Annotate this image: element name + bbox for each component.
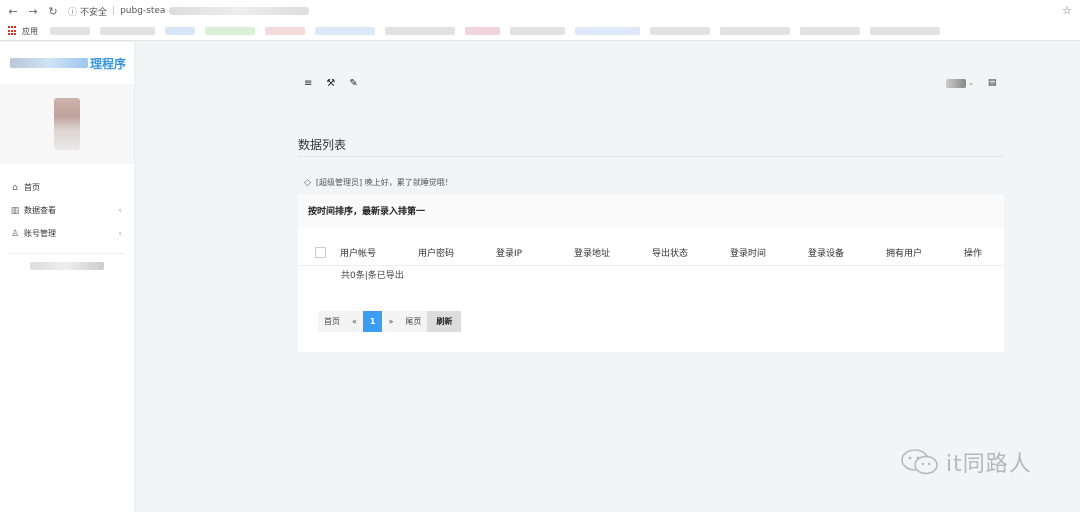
address-separator: | [112, 6, 116, 16]
bookmark-item[interactable] [385, 27, 455, 35]
sidebar-item-label: 账号管理 [24, 229, 56, 238]
column-header[interactable]: 登录时间 [730, 246, 808, 259]
wechat-icon [901, 449, 938, 475]
column-header: 操作 [964, 249, 983, 259]
greeting-text: [超级管理员] 晚上好，累了就睡觉哦！ [315, 178, 453, 187]
column-header[interactable]: 拥有用户 [886, 246, 964, 259]
page-title: 数据列表 [298, 138, 347, 152]
column-header[interactable]: 登录地址 [574, 246, 652, 259]
data-panel: 按时间排序，最新录入排第一 用户帐号 用户密码 登录IP 登录地址 导出状态 登… [298, 194, 1004, 352]
brand-blur [10, 58, 88, 68]
bookmark-item[interactable] [205, 27, 255, 35]
chevron-left-icon: ‹ [118, 228, 122, 239]
avatar[interactable] [54, 98, 80, 150]
sidebar-item-data-view[interactable]: ▥ 数据查看 ‹ [0, 199, 134, 222]
apps-grid-icon[interactable] [8, 26, 18, 36]
url-text: pubg-stea [120, 6, 166, 16]
bookmark-item[interactable] [510, 27, 565, 35]
brush-icon[interactable]: ✎ [349, 78, 357, 89]
greeting: ◇ [超级管理员] 晚上好，累了就睡觉哦！ [304, 177, 453, 188]
security-label: 不安全 [80, 7, 108, 18]
bookmark-item[interactable] [800, 27, 860, 35]
sidebar: 理程序 ⌂ 首页 ▥ 数据查看 ‹ ♙ 账号管理 ‹ [0, 42, 135, 512]
brand-text: 理程序 [90, 56, 127, 71]
watermark: it同路人 [900, 446, 1032, 478]
list-icon[interactable]: ▤ [988, 78, 997, 88]
panel-title: 按时间排序，最新录入排第一 [298, 194, 1004, 228]
bookmark-item[interactable] [165, 27, 195, 35]
bar-chart-icon: ▥ [10, 205, 20, 216]
sidebar-item-label: 数据查看 [24, 206, 56, 215]
tag-icon: ◇ [304, 177, 311, 188]
bookmarks-bar: 应用 [0, 22, 1080, 41]
wrench-icon[interactable]: ⚒ [326, 78, 335, 89]
select-all-checkbox[interactable] [315, 247, 326, 258]
bookmark-item[interactable] [100, 27, 155, 35]
user-toolbar: ⌄ ▤ [946, 78, 996, 88]
sidebar-footer-blur [30, 262, 104, 270]
back-arrow-icon[interactable]: ← [6, 5, 20, 18]
main-toolbar: ≡ ⚒ ✎ [304, 78, 358, 89]
user-name-blur [946, 78, 966, 88]
user-dropdown[interactable]: ⌄ [946, 78, 974, 88]
next-page-button[interactable]: » [382, 311, 400, 332]
column-header[interactable]: 登录设备 [808, 246, 886, 259]
first-page-button[interactable]: 首页 [318, 311, 346, 332]
chevron-left-icon: ‹ [118, 205, 122, 216]
pagination: 首页 « 1 » 尾页 刷新 [318, 311, 462, 332]
sidebar-item-label: 首页 [24, 183, 40, 192]
column-header[interactable]: 导出状态 [652, 246, 730, 259]
sidebar-divider [10, 253, 124, 254]
address-bar[interactable]: ⓘ 不安全 | pubg-stea [68, 3, 310, 19]
info-icon: ⓘ [68, 7, 78, 18]
sidebar-item-home[interactable]: ⌂ 首页 [0, 176, 134, 199]
bookmark-item[interactable] [465, 27, 500, 35]
app-brand[interactable]: 理程序 [0, 42, 134, 84]
menu-toggle-icon[interactable]: ≡ [304, 78, 312, 89]
sidebar-item-account[interactable]: ♙ 账号管理 ‹ [0, 222, 134, 245]
home-icon: ⌂ [12, 182, 18, 193]
prev-page-button[interactable]: « [346, 311, 363, 332]
profile-area [0, 84, 134, 164]
table-header: 用户帐号 用户密码 登录IP 登录地址 导出状态 登录时间 登录设备 拥有用户 … [298, 240, 1004, 266]
table-summary: 共0条|条已导出 [341, 271, 404, 281]
column-header[interactable]: 用户帐号 [340, 246, 418, 259]
refresh-button[interactable]: 刷新 [427, 311, 462, 332]
column-header[interactable]: 登录IP [496, 246, 574, 259]
forward-arrow-icon[interactable]: → [26, 5, 40, 18]
bookmark-item[interactable] [265, 27, 305, 35]
user-icon: ♙ [10, 228, 20, 239]
bookmark-item[interactable] [50, 27, 90, 35]
chevron-down-icon: ⌄ [968, 79, 974, 87]
url-blur [169, 7, 310, 15]
sidebar-menu: ⌂ 首页 ▥ 数据查看 ‹ ♙ 账号管理 ‹ [0, 176, 134, 245]
bookmark-item[interactable] [720, 27, 790, 35]
watermark-text: it同路人 [946, 452, 1032, 477]
bookmark-item[interactable] [650, 27, 710, 35]
bookmark-item[interactable] [315, 27, 375, 35]
last-page-button[interactable]: 尾页 [399, 311, 428, 332]
browser-toolbar: ← → ↻ ⓘ 不安全 | pubg-stea ☆ [0, 0, 1080, 22]
column-header[interactable]: 用户密码 [418, 246, 496, 259]
bookmark-item[interactable] [575, 27, 640, 35]
bookmark-star-icon[interactable]: ☆ [1062, 4, 1072, 17]
current-page-button[interactable]: 1 [362, 311, 383, 332]
title-divider [298, 156, 1004, 157]
apps-label[interactable]: 应用 [22, 26, 38, 37]
bookmark-item[interactable] [870, 27, 940, 35]
reload-icon[interactable]: ↻ [46, 5, 60, 18]
